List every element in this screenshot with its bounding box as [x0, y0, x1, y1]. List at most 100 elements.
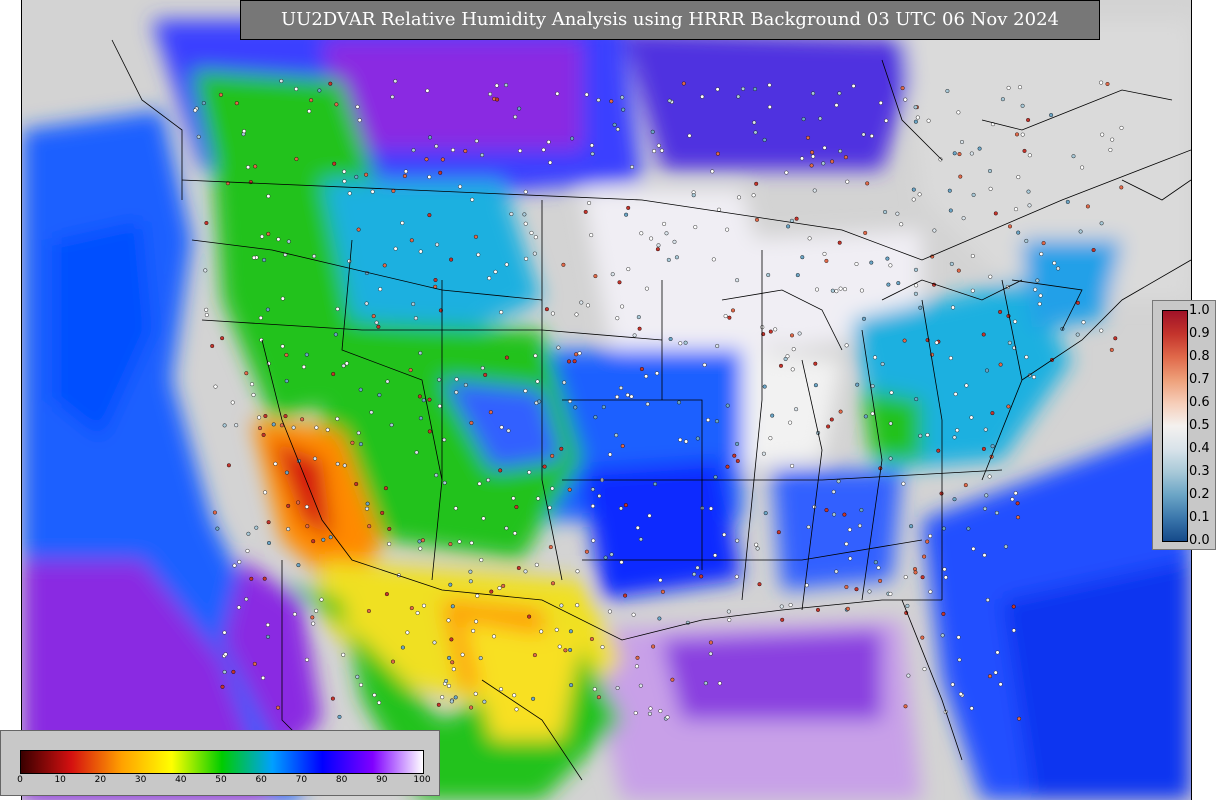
station-dot: [878, 578, 883, 583]
station-dot: [1011, 604, 1016, 609]
station-dot: [498, 468, 503, 473]
station-dot: [223, 652, 228, 657]
station-dot: [928, 534, 933, 539]
station-dot: [355, 104, 360, 109]
station-dot: [254, 525, 259, 530]
station-dot: [713, 553, 718, 558]
station-dot: [365, 501, 370, 506]
station-dot: [947, 188, 952, 193]
station-dot: [393, 246, 398, 251]
station-dot: [711, 257, 716, 262]
station-dot: [479, 558, 484, 563]
station-dot: [559, 603, 564, 608]
station-dot: [609, 552, 614, 557]
station-dot: [915, 115, 920, 120]
station-dot: [309, 98, 314, 103]
station-dot: [596, 98, 601, 103]
station-dot: [971, 192, 976, 197]
station-dot: [471, 628, 476, 633]
humidity-map: [21, 0, 1192, 800]
station-dot: [584, 92, 589, 97]
station-dot: [556, 345, 561, 350]
station-dot: [454, 377, 459, 382]
station-dot: [837, 91, 842, 96]
station-dot: [842, 512, 847, 517]
station-dot: [458, 184, 463, 189]
station-dot: [952, 435, 957, 440]
station-dot: [572, 359, 577, 364]
station-dot: [1011, 628, 1016, 633]
station-dot: [403, 169, 408, 174]
station-dot: [966, 526, 971, 531]
station-dot: [863, 414, 868, 419]
station-dot: [902, 338, 907, 343]
station-dot: [888, 263, 893, 268]
station-dot: [822, 145, 827, 150]
station-dot: [993, 670, 998, 675]
station-dot: [870, 384, 875, 389]
station-dot: [621, 107, 626, 112]
station-dot: [596, 695, 601, 700]
station-dot: [391, 659, 396, 664]
station-dot: [512, 531, 517, 536]
station-dot: [677, 400, 682, 405]
station-dot: [354, 174, 359, 179]
station-dot: [286, 503, 291, 508]
station-dot: [862, 316, 867, 321]
station-dot: [575, 569, 580, 574]
station-dot: [644, 374, 649, 379]
station-dot: [838, 286, 843, 291]
station-dot: [970, 253, 975, 258]
station-dot: [593, 415, 598, 420]
station-dot: [754, 181, 759, 186]
station-dot: [956, 110, 961, 115]
station-dot: [863, 230, 868, 235]
station-dot: [523, 189, 528, 194]
station-dot: [998, 362, 1003, 367]
station-dot: [422, 603, 427, 608]
station-dot: [1100, 132, 1105, 137]
station-dot: [427, 429, 432, 434]
station-dot: [1032, 375, 1037, 380]
station-dot: [344, 361, 349, 366]
station-dot: [626, 205, 631, 210]
station-dot: [230, 400, 235, 405]
station-dot: [1080, 165, 1085, 170]
station-dot: [557, 644, 562, 649]
station-dot: [531, 696, 536, 701]
station-dot: [1026, 117, 1031, 122]
station-dot: [620, 304, 625, 309]
station-dot: [834, 289, 839, 294]
station-dot: [629, 394, 634, 399]
scale-colorbar-tick: 80: [335, 775, 348, 785]
station-dot: [623, 593, 628, 598]
rh-colorbar-tick: 1.0: [1189, 303, 1210, 318]
station-dot: [276, 237, 281, 242]
station-dot: [854, 262, 859, 267]
station-dot: [574, 352, 579, 357]
station-dot: [657, 616, 662, 621]
station-dot: [377, 700, 382, 705]
station-dot: [210, 344, 215, 349]
station-dot: [279, 78, 284, 83]
scale-colorbar-tick: 90: [376, 775, 388, 785]
station-dot: [678, 437, 683, 442]
station-dot: [608, 452, 613, 457]
station-dot: [905, 603, 910, 608]
station-dot: [647, 711, 652, 716]
station-dot: [400, 220, 405, 225]
station-dot: [447, 683, 452, 688]
station-dot: [586, 303, 591, 308]
station-dot: [546, 139, 551, 144]
station-dot: [956, 268, 961, 273]
station-dot: [713, 475, 718, 480]
station-dot: [314, 425, 319, 430]
station-dot: [593, 274, 598, 279]
station-dot: [384, 592, 389, 597]
station-dot: [433, 278, 438, 283]
station-dot: [246, 531, 251, 536]
station-dot: [222, 630, 227, 635]
station-dot: [242, 129, 247, 134]
station-dot: [816, 607, 821, 612]
station-dot: [964, 383, 969, 388]
